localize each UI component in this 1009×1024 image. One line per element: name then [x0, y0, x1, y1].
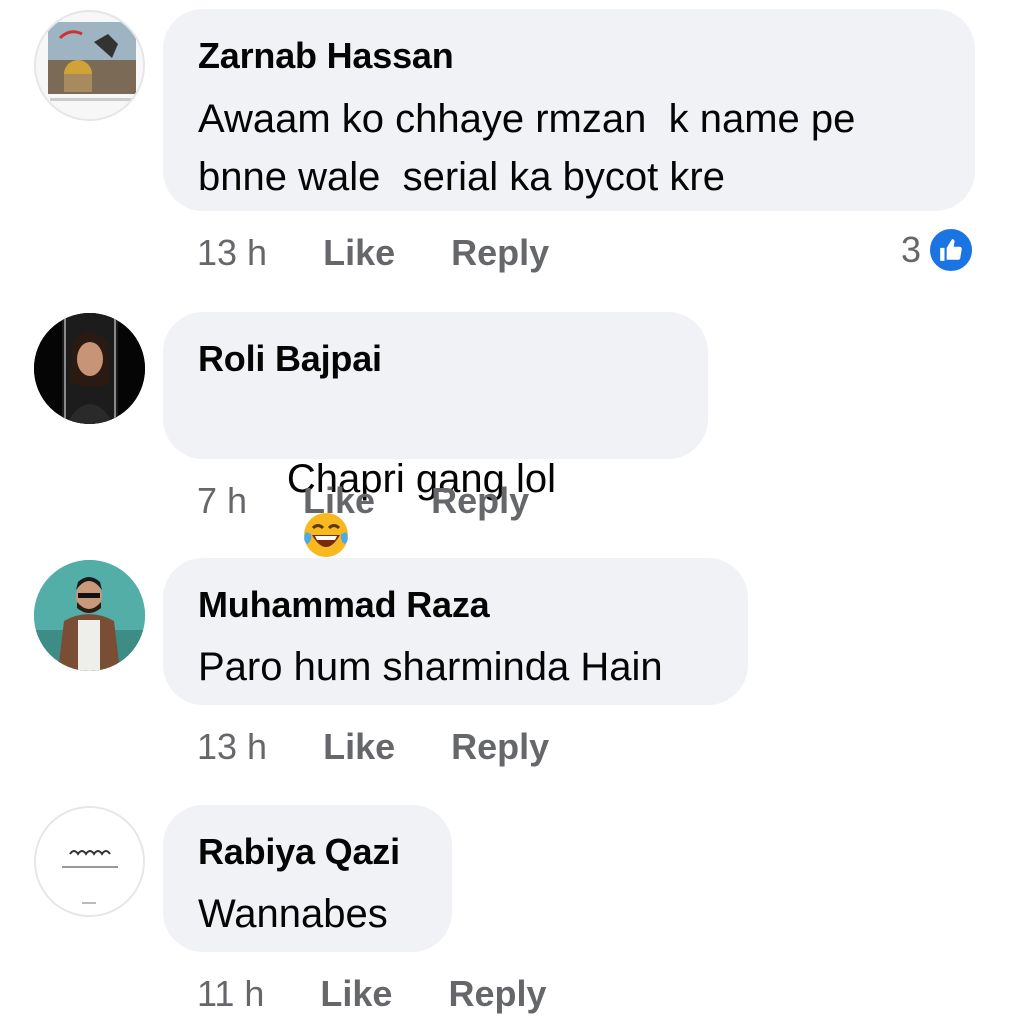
like-button[interactable]: Like	[323, 726, 395, 768]
timestamp[interactable]: 11 h	[197, 973, 264, 1015]
comment-author[interactable]: Roli Bajpai	[198, 338, 672, 380]
like-reaction-icon	[927, 226, 975, 274]
reply-button[interactable]: Reply	[451, 232, 549, 274]
comment-bubble: Muhammad Raza Paro hum sharminda Hain	[163, 558, 748, 705]
timestamp[interactable]: 13 h	[197, 726, 267, 768]
profile-photo-icon	[36, 12, 143, 119]
reaction-summary[interactable]: 3	[901, 226, 975, 274]
comment-author[interactable]: Zarnab Hassan	[198, 35, 939, 77]
comment-actions: 11 h Like Reply	[197, 973, 547, 1015]
avatar[interactable]	[34, 313, 145, 424]
comment-text: Wannabes	[198, 892, 388, 936]
reply-button[interactable]: Reply	[451, 726, 549, 768]
comment-author[interactable]: Muhammad Raza	[198, 584, 712, 626]
avatar[interactable]	[34, 10, 145, 121]
comment-actions: 7 h Like Reply	[197, 480, 529, 522]
comment-bubble: Rabiya Qazi Wannabes	[163, 805, 452, 952]
reaction-count: 3	[900, 229, 921, 270]
reply-button[interactable]: Reply	[448, 973, 546, 1015]
timestamp[interactable]: 13 h	[197, 232, 267, 274]
comment-author[interactable]: Rabiya Qazi	[198, 831, 416, 873]
like-button[interactable]: Like	[323, 232, 395, 274]
avatar[interactable]	[34, 560, 145, 671]
comment-actions: 13 h Like Reply	[197, 726, 549, 768]
comment-thread: Zarnab Hassan Awaam ko chhaye rmzan k na…	[0, 0, 1009, 1024]
comment-actions: 13 h Like Reply	[197, 232, 549, 274]
comment-bubble: Zarnab Hassan Awaam ko chhaye rmzan k na…	[163, 9, 975, 211]
like-button[interactable]: Like	[303, 480, 375, 522]
profile-photo-icon	[34, 560, 145, 671]
profile-photo-icon	[34, 313, 145, 424]
avatar[interactable]	[34, 806, 145, 917]
comment-text: Awaam ko chhaye rmzan k name pe bnne wal…	[198, 97, 856, 199]
timestamp[interactable]: 7 h	[197, 480, 247, 522]
reply-button[interactable]: Reply	[431, 480, 529, 522]
comment-text: Paro hum sharminda Hain	[198, 645, 663, 689]
profile-photo-icon	[36, 808, 143, 915]
comment-bubble: Roli Bajpai Chapri gang lol	[163, 312, 708, 674]
like-button[interactable]: Like	[320, 973, 392, 1015]
